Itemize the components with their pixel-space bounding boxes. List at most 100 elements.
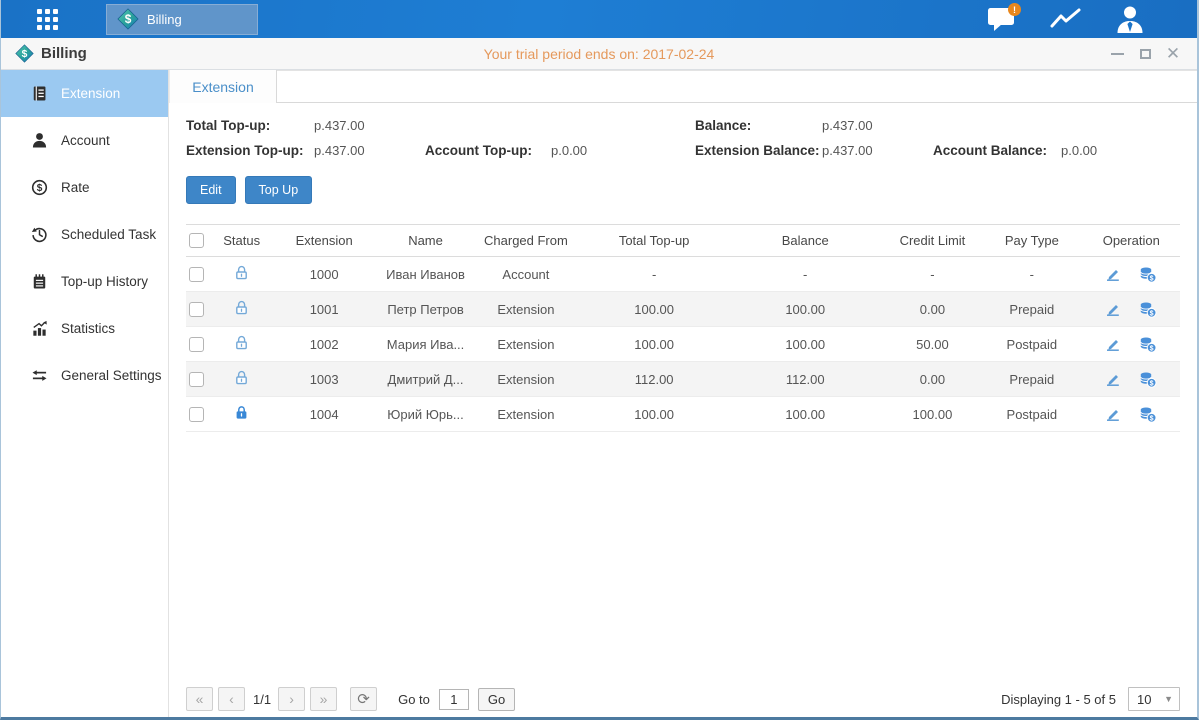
refresh-icon[interactable]: ⟳ (350, 687, 377, 711)
edit-icon[interactable] (1105, 371, 1121, 387)
cell-pay-type: Postpaid (981, 327, 1082, 362)
select-all-checkbox[interactable] (189, 233, 204, 248)
table-row: 1002 Мария Ива... Extension 100.00 100.0… (186, 327, 1180, 362)
cell-balance: - (727, 257, 884, 292)
summary-label: Total Top-up: (186, 118, 314, 133)
cell-credit-limit: 100.00 (884, 397, 981, 432)
user-account-icon[interactable] (1113, 4, 1147, 34)
cell-name: Мария Ива... (381, 327, 470, 362)
edit-icon[interactable] (1105, 266, 1121, 282)
go-button[interactable]: Go (478, 688, 515, 711)
app-grid-icon[interactable] (37, 9, 58, 30)
cell-total-topup: 100.00 (582, 292, 727, 327)
cell-charged-from: Extension (470, 362, 581, 397)
column-header-pay-type: Pay Type (981, 225, 1082, 257)
reports-chart-icon[interactable] (1049, 4, 1083, 34)
messages-icon[interactable]: ! (985, 4, 1019, 34)
top-bar: $ Billing ! (1, 0, 1197, 38)
edit-icon[interactable] (1105, 336, 1121, 352)
first-page-button[interactable]: « (186, 687, 213, 711)
cell-charged-from: Extension (470, 327, 581, 362)
cell-balance: 100.00 (727, 292, 884, 327)
topup-coins-icon[interactable]: $ (1139, 266, 1157, 283)
sidebar-item-account[interactable]: Account (1, 117, 168, 164)
cell-balance: 112.00 (727, 362, 884, 397)
topup-coins-icon[interactable]: $ (1139, 406, 1157, 423)
displaying-text: Displaying 1 - 5 of 5 (1001, 692, 1116, 707)
sidebar-item-topup-history[interactable]: Top-up History (1, 258, 168, 305)
goto-label: Go to (398, 692, 430, 707)
summary-label: Extension Top-up: (186, 143, 314, 158)
summary-value: p.437.00 (822, 118, 933, 133)
page-indicator: 1/1 (253, 692, 271, 707)
column-header-balance: Balance (727, 225, 884, 257)
topup-coins-icon[interactable]: $ (1139, 301, 1157, 318)
sidebar-item-rate[interactable]: $ Rate (1, 164, 168, 211)
last-page-button[interactable]: » (310, 687, 337, 711)
cell-pay-type: Prepaid (981, 292, 1082, 327)
svg-text:$: $ (1150, 380, 1154, 387)
column-header-charged-from: Charged From (470, 225, 581, 257)
row-checkbox[interactable] (189, 407, 204, 422)
sidebar-item-extension[interactable]: Extension (1, 70, 168, 117)
sidebar-item-scheduled-task[interactable]: Scheduled Task (1, 211, 168, 258)
sidebar-item-label: Account (61, 133, 110, 148)
pagination-bar: « ‹ 1/1 › » ⟳ Go to Go Displaying 1 - 5 … (186, 687, 1180, 711)
minimize-button[interactable] (1107, 45, 1127, 63)
page-title: Billing (41, 45, 87, 62)
ledger-icon (31, 85, 48, 102)
row-checkbox[interactable] (189, 267, 204, 282)
row-checkbox[interactable] (189, 302, 204, 317)
edit-icon[interactable] (1105, 301, 1121, 317)
cell-charged-from: Account (470, 257, 581, 292)
sidebar-item-general-settings[interactable]: General Settings (1, 352, 168, 399)
maximize-button[interactable] (1135, 45, 1155, 63)
edit-button[interactable]: Edit (186, 176, 236, 204)
column-header-status: Status (216, 225, 268, 257)
notification-badge: ! (1008, 3, 1021, 16)
status-locked-icon (233, 404, 250, 421)
cell-credit-limit: 0.00 (884, 362, 981, 397)
topup-coins-icon[interactable]: $ (1139, 336, 1157, 353)
page-size-select[interactable]: 10 ▼ (1128, 687, 1180, 711)
cell-total-topup: - (582, 257, 727, 292)
close-button[interactable]: ✕ (1163, 45, 1183, 63)
sidebar: Extension Account $ Rate (1, 70, 169, 717)
cell-extension: 1002 (268, 327, 381, 362)
app-tab-billing[interactable]: $ Billing (106, 4, 258, 35)
status-unlocked-icon (233, 264, 250, 281)
column-header-credit-limit: Credit Limit (884, 225, 981, 257)
svg-text:$: $ (1150, 310, 1154, 317)
svg-text:$: $ (1150, 345, 1154, 352)
summary-label: Balance: (695, 118, 822, 133)
svg-text:$: $ (37, 183, 43, 194)
cell-total-topup: 100.00 (582, 327, 727, 362)
sidebar-item-statistics[interactable]: Statistics (1, 305, 168, 352)
row-checkbox[interactable] (189, 372, 204, 387)
prev-page-button[interactable]: ‹ (218, 687, 245, 711)
billing-diamond-icon: $ (15, 44, 34, 63)
cell-credit-limit: 50.00 (884, 327, 981, 362)
cell-pay-type: Postpaid (981, 397, 1082, 432)
cell-charged-from: Extension (470, 397, 581, 432)
cell-total-topup: 100.00 (582, 397, 727, 432)
cell-extension: 1003 (268, 362, 381, 397)
trial-period-message: Your trial period ends on: 2017-02-24 (1, 46, 1197, 62)
cell-name: Юрий Юрь... (381, 397, 470, 432)
cell-extension: 1000 (268, 257, 381, 292)
table-row: 1001 Петр Петров Extension 100.00 100.00… (186, 292, 1180, 327)
status-unlocked-icon (233, 299, 250, 316)
sidebar-item-label: Rate (61, 180, 90, 195)
top-up-button[interactable]: Top Up (245, 176, 313, 204)
goto-page-input[interactable] (439, 689, 469, 710)
history-clock-icon (31, 226, 48, 243)
topup-coins-icon[interactable]: $ (1139, 371, 1157, 388)
summary-value: p.0.00 (1061, 143, 1180, 158)
row-checkbox[interactable] (189, 337, 204, 352)
cell-balance: 100.00 (727, 327, 884, 362)
chevron-down-icon: ▼ (1164, 694, 1179, 704)
next-page-button[interactable]: › (278, 687, 305, 711)
cell-balance: 100.00 (727, 397, 884, 432)
edit-icon[interactable] (1105, 406, 1121, 422)
tab-extension[interactable]: Extension (169, 70, 277, 103)
